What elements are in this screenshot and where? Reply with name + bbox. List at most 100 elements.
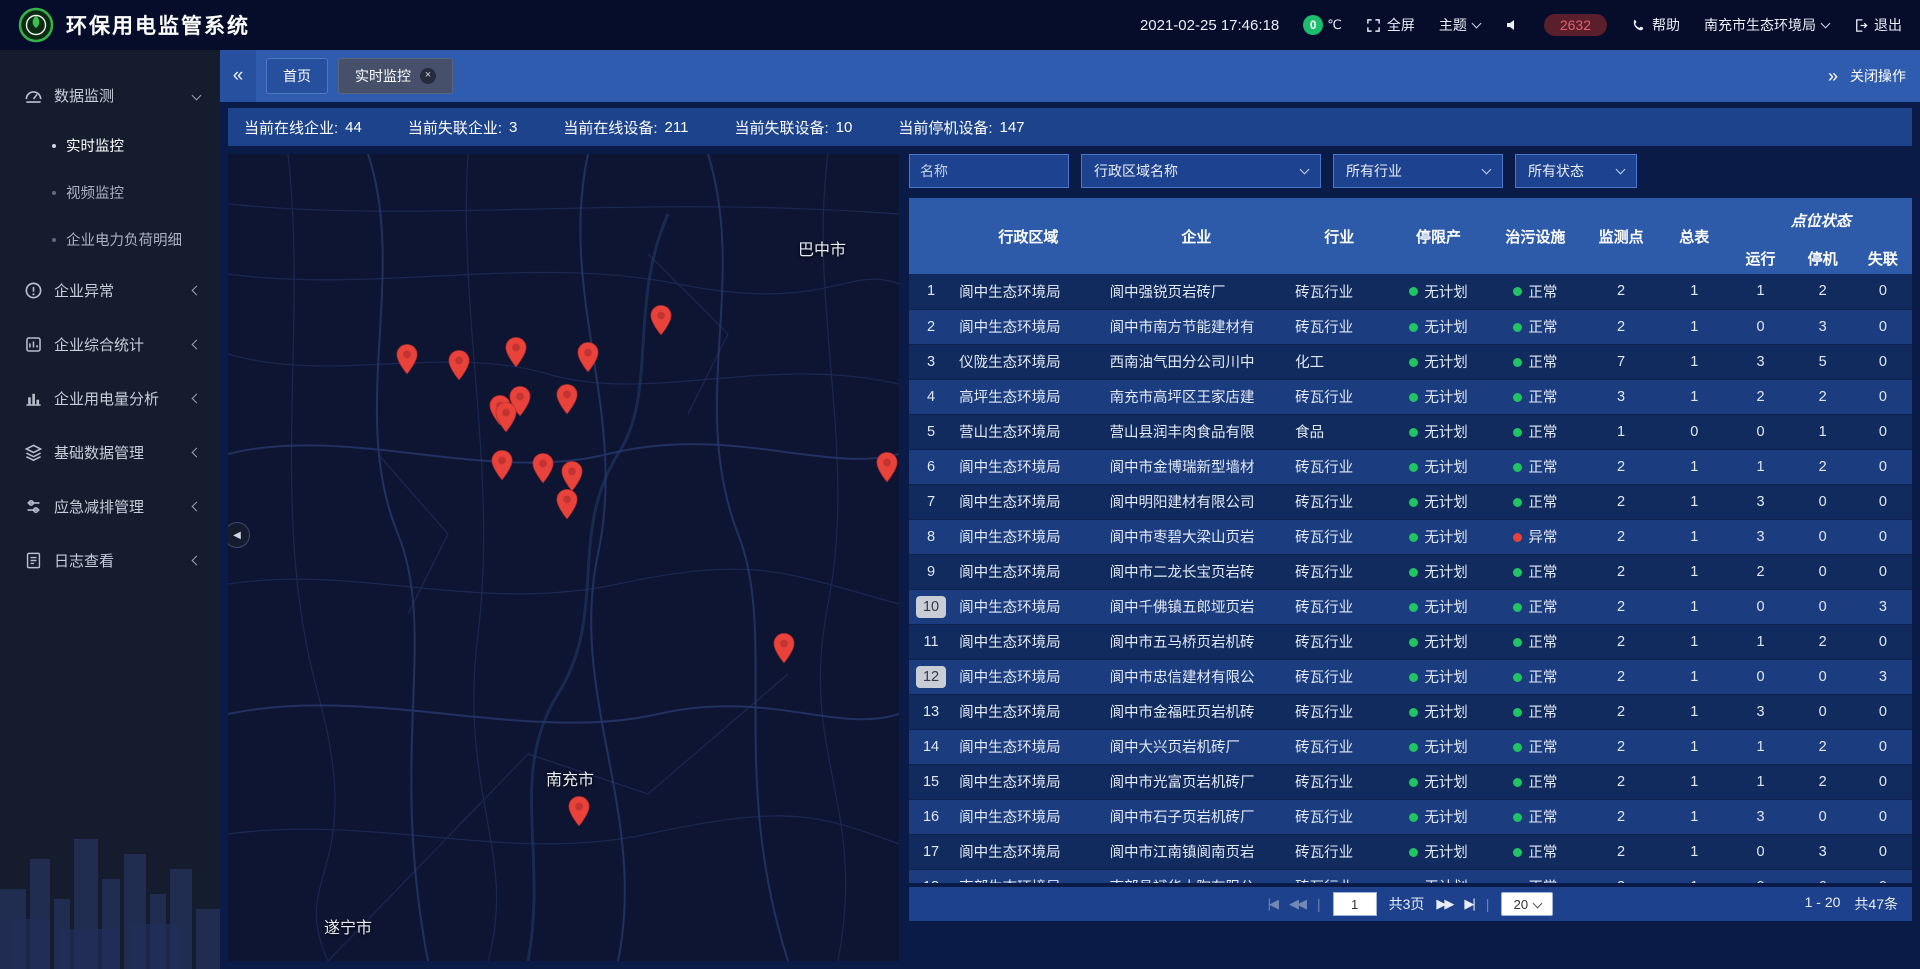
meters-header: 总表 xyxy=(1659,198,1729,274)
tab-close-icon[interactable]: × xyxy=(420,68,436,84)
topbar-actions: 2021-02-25 17:46:18 0 ℃ 全屏 主题 2632 帮助 xyxy=(1140,14,1902,36)
map-pin[interactable] xyxy=(876,452,898,487)
sidebar-item[interactable]: 视频监控 xyxy=(0,169,220,216)
table-row[interactable]: 5营山生态环境局营山县润丰肉食品有限食品无计划正常10010 xyxy=(909,414,1912,449)
sidebar-group-1[interactable]: 企业异常 xyxy=(0,263,220,317)
chevron-down-icon xyxy=(1616,164,1626,174)
table-row[interactable]: 15阆中生态环境局阆中市光富页岩机砖厂砖瓦行业无计划正常21120 xyxy=(909,764,1912,799)
table-row[interactable]: 1阆中生态环境局阆中强锐页岩砖厂砖瓦行业无计划正常21120 xyxy=(909,274,1912,309)
table-row[interactable]: 7阆中生态环境局阆中明阳建材有限公司砖瓦行业无计划正常21300 xyxy=(909,484,1912,519)
table-row[interactable]: 16阆中生态环境局阆中市石子页岩机砖厂砖瓦行业无计划正常21300 xyxy=(909,799,1912,834)
announcement-speaker-icon[interactable] xyxy=(1504,17,1520,33)
next-page-button[interactable]: ▶▶ xyxy=(1436,896,1452,912)
cell-offline: 3 xyxy=(1854,589,1912,624)
alarm-count-badge[interactable]: 2632 xyxy=(1544,14,1607,36)
table-row[interactable]: 6阆中生态环境局阆中市金博瑞新型墙材砖瓦行业无计划正常21120 xyxy=(909,449,1912,484)
map-pin[interactable] xyxy=(556,489,578,524)
chevron-down-icon xyxy=(1300,164,1310,174)
table-row[interactable]: 14阆中生态环境局阆中大兴页岩机砖厂砖瓦行业无计划正常21120 xyxy=(909,729,1912,764)
cell-run: 3 xyxy=(1729,484,1791,519)
logout-button[interactable]: 退出 xyxy=(1853,15,1902,35)
map-pin[interactable] xyxy=(396,344,418,379)
pagination-bar: |◀ ◀◀ | 共3页 ▶▶ ▶| | 20 xyxy=(909,887,1912,921)
status-dot xyxy=(1513,533,1522,542)
cell-points: 2 xyxy=(1583,449,1659,484)
name-filter-input[interactable] xyxy=(909,154,1069,188)
status-dot xyxy=(1409,568,1418,577)
sidebar-group-4[interactable]: 基础数据管理 xyxy=(0,425,220,479)
stat-value: 211 xyxy=(665,119,689,136)
region-filter-select[interactable]: 行政区域名称 xyxy=(1081,154,1321,188)
prev-page-button[interactable]: ◀◀ xyxy=(1289,896,1305,912)
map-pin[interactable] xyxy=(491,450,513,485)
table-row[interactable]: 11阆中生态环境局阆中市五马桥页岩机砖砖瓦行业无计划正常21120 xyxy=(909,624,1912,659)
cell-facility-status: 正常 xyxy=(1488,344,1583,379)
first-page-button[interactable]: |◀ xyxy=(1268,896,1277,912)
cell-run: 3 xyxy=(1729,519,1791,554)
tab-home[interactable]: 首页 xyxy=(266,58,328,94)
help-button[interactable]: 帮助 xyxy=(1631,15,1680,35)
stat-item: 当前在线设备:211 xyxy=(563,117,688,138)
cell-row-number: 17 xyxy=(909,834,953,869)
table-row[interactable]: 3仪陇生态环境局西南油气田分公司川中化工无计划正常71350 xyxy=(909,344,1912,379)
page-number-input[interactable] xyxy=(1333,892,1377,916)
stop-header: 停机 xyxy=(1792,242,1854,274)
table-row[interactable]: 9阆中生态环境局阆中市二龙长宝页岩砖砖瓦行业无计划正常21200 xyxy=(909,554,1912,589)
last-page-button[interactable]: ▶| xyxy=(1464,896,1473,912)
table-row[interactable]: 2阆中生态环境局阆中市南方节能建材有砖瓦行业无计划正常21030 xyxy=(909,309,1912,344)
theme-dropdown[interactable]: 主题 xyxy=(1439,15,1480,35)
table-row[interactable]: 4高坪生态环境局南充市高坪区王家店建砖瓦行业无计划正常31220 xyxy=(909,379,1912,414)
tab-realtime-monitoring[interactable]: 实时监控 × xyxy=(338,58,453,94)
cell-limit-status: 无计划 xyxy=(1389,344,1487,379)
table-row[interactable]: 12阆中生态环境局阆中市忠信建材有限公砖瓦行业无计划正常21003 xyxy=(909,659,1912,694)
stat-value: 44 xyxy=(345,119,362,136)
cell-meters: 1 xyxy=(1659,799,1729,834)
cell-company: 南部县斌华土陶有限公 xyxy=(1104,869,1290,883)
tabs-scroll-left-button[interactable]: « xyxy=(220,50,256,102)
chevron-icon xyxy=(192,447,202,457)
table-row[interactable]: 10阆中生态环境局阆中千佛镇五郎垭页岩砖瓦行业无计划正常21003 xyxy=(909,589,1912,624)
cell-run: 2 xyxy=(1729,379,1791,414)
map-panel[interactable]: 巴中市 南充市 遂宁市 ◀ xyxy=(228,154,899,961)
table-row[interactable]: 17阆中生态环境局阆中市江南镇阆南页岩砖瓦行业无计划正常21030 xyxy=(909,834,1912,869)
sidebar-group-0[interactable]: 数据监测 xyxy=(0,68,220,122)
cell-company: 阆中市金福旺页岩机砖 xyxy=(1104,694,1290,729)
table-row[interactable]: 13阆中生态环境局阆中市金福旺页岩机砖砖瓦行业无计划正常21300 xyxy=(909,694,1912,729)
sidebar-item[interactable]: 企业电力负荷明细 xyxy=(0,216,220,263)
tabs-scroll-right-button[interactable]: » xyxy=(1828,66,1838,87)
run-header: 运行 xyxy=(1729,242,1791,274)
map-pin[interactable] xyxy=(568,796,590,831)
org-dropdown[interactable]: 南充市生态环境局 xyxy=(1704,15,1829,35)
sidebar-group-3[interactable]: 企业用电量分析 xyxy=(0,371,220,425)
cell-stop: 6 xyxy=(1792,869,1854,883)
sidebar-group-2[interactable]: 企业综合统计 xyxy=(0,317,220,371)
app-logo-icon xyxy=(18,7,54,43)
cell-facility-status: 正常 xyxy=(1488,624,1583,659)
cell-company: 阆中市二龙长宝页岩砖 xyxy=(1104,554,1290,589)
map-pin[interactable] xyxy=(505,337,527,372)
page-size-select[interactable]: 20 xyxy=(1501,892,1553,916)
map-pin[interactable] xyxy=(773,633,795,668)
table-row[interactable]: 18南部生态环境局南部县斌华土陶有限公砖瓦行业无计划正常21060 xyxy=(909,869,1912,883)
cell-offline: 0 xyxy=(1854,309,1912,344)
cell-limit-status: 无计划 xyxy=(1389,554,1487,589)
sidebar-group-5[interactable]: 应急减排管理 xyxy=(0,479,220,533)
table-row[interactable]: 8阆中生态环境局阆中市枣碧大梁山页岩砖瓦行业无计划异常21300 xyxy=(909,519,1912,554)
map-pin[interactable] xyxy=(650,305,672,340)
workspace: 巴中市 南充市 遂宁市 ◀ 行政区域名称 所有行 xyxy=(220,146,1920,969)
status-filter-select[interactable]: 所有状态 xyxy=(1515,154,1637,188)
sidebar-item[interactable]: 实时监控 xyxy=(0,122,220,169)
industry-filter-select[interactable]: 所有行业 xyxy=(1333,154,1503,188)
fullscreen-button[interactable]: 全屏 xyxy=(1366,15,1415,35)
map-pin[interactable] xyxy=(577,342,599,377)
map-pin[interactable] xyxy=(495,402,517,437)
map-pin[interactable] xyxy=(556,384,578,419)
cell-row-number: 9 xyxy=(909,554,953,589)
sidebar-group-6[interactable]: 日志查看 xyxy=(0,533,220,587)
row-number-header xyxy=(909,198,953,274)
map-pin[interactable] xyxy=(448,350,470,385)
close-operations-button[interactable]: 关闭操作 xyxy=(1850,66,1906,86)
map-pin[interactable] xyxy=(532,453,554,488)
cell-row-number: 15 xyxy=(909,764,953,799)
cell-limit-status: 无计划 xyxy=(1389,834,1487,869)
